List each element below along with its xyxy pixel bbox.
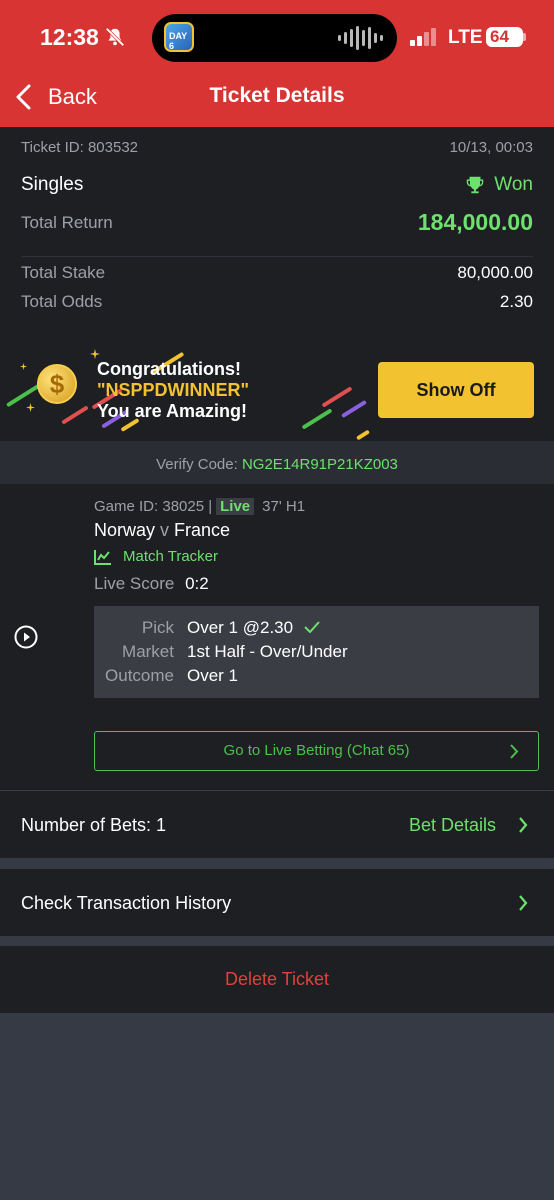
ticket-summary: Ticket ID: 803532 10/13, 00:03 Singles W… (0, 127, 554, 327)
sparkle-icon (20, 363, 27, 370)
signal-icon (410, 28, 436, 46)
bet-type: Singles (21, 174, 84, 195)
live-betting-label: Go to Live Betting (Chat 65) (223, 742, 410, 759)
total-return-value: 184,000.00 (417, 209, 533, 235)
number-of-bets: Number of Bets: 1 (21, 815, 167, 835)
pick-label: Pick (141, 618, 174, 637)
status-text: Won (494, 174, 533, 195)
sparkle-icon (26, 403, 35, 412)
play-circle-icon[interactable] (14, 625, 38, 649)
outcome-value: Over 1 (187, 666, 239, 685)
transaction-history-row[interactable]: Check Transaction History (0, 869, 554, 936)
away-team: France (174, 520, 231, 540)
status-time: 12:38 (40, 24, 99, 50)
match-tracker-link[interactable]: Match Tracker (94, 548, 218, 565)
total-stake-value: 80,000.00 (457, 263, 533, 282)
coin-icon: $ (37, 364, 77, 404)
status-badge: Won (464, 174, 533, 196)
congrats-subline: You are Amazing! (97, 401, 248, 421)
delete-row: Delete Ticket (0, 946, 554, 1013)
bell-slash-icon (105, 27, 125, 47)
total-stake-label: Total Stake (21, 263, 106, 282)
pick-text: Over 1 @2.30 (187, 618, 294, 637)
battery-icon: 64 (486, 27, 523, 47)
trophy-icon (467, 176, 484, 194)
game-meta: Game ID: 38025 | Live 37' H1 (94, 498, 305, 515)
ticket-id: Ticket ID: 803532 (21, 139, 139, 156)
confetti-streak (321, 386, 353, 408)
market-value: 1st Half - Over/Under (187, 642, 348, 661)
outcome-label: Outcome (105, 666, 174, 685)
verify-code-bar: Verify Code: NG2E14R91P21KZ003 (0, 441, 554, 484)
home-team: Norway (94, 520, 156, 540)
bet-details-link[interactable]: Bet Details (409, 815, 496, 836)
total-odds-label: Total Odds (21, 292, 103, 311)
chart-line-icon (94, 549, 111, 565)
island-app-label: DAY 6 (169, 31, 188, 51)
dynamic-island: DAY 6 (152, 14, 397, 62)
total-odds-value: 2.30 (499, 292, 533, 311)
congrats-message: Congratulations! "NSPPDWINNER" You are A… (97, 359, 249, 422)
confetti-streak (341, 399, 367, 419)
divider (21, 256, 533, 257)
transaction-history-label: Check Transaction History (21, 893, 232, 913)
game-id: Game ID: 38025 | (94, 498, 213, 515)
pick-value: Over 1 @2.30 (187, 618, 320, 638)
match-teams: Norway v France (94, 520, 230, 541)
verify-label: Verify Code: (156, 456, 238, 473)
confetti-streak (356, 429, 370, 441)
congrats-line: Congratulations! (97, 359, 241, 379)
market-label: Market (122, 642, 174, 661)
chevron-right-icon (519, 895, 528, 911)
verify-code[interactable]: NG2E14R91P21KZ003 (242, 456, 398, 473)
page-title: Ticket Details (209, 84, 345, 107)
ticket-datetime: 10/13, 00:03 (449, 139, 533, 156)
sparkle-icon (90, 349, 100, 359)
congrats-banner: $ Congratulations! "NSPPDWINNER" You are… (0, 327, 554, 441)
chevron-right-icon (510, 744, 519, 759)
match-time: 37' H1 (262, 498, 306, 515)
live-score-label: Live Score (94, 574, 175, 593)
audio-wave-icon (338, 26, 383, 50)
island-app-icon: DAY 6 (164, 22, 194, 52)
game-card: Game ID: 38025 | Live 37' H1 Norway v Fran… (0, 484, 554, 790)
pick-details: Pick Over 1 @2.30 Market 1st Half - Over… (94, 606, 539, 698)
live-badge: Live (216, 498, 255, 515)
app-header: 12:38 DAY 6 LTE 64 Back Ticket Details (0, 0, 554, 127)
battery-nub (523, 33, 526, 41)
total-return-label: Total Return (21, 212, 113, 232)
versus: v (160, 520, 170, 540)
confetti-streak (61, 405, 89, 425)
delete-ticket-button[interactable]: Delete Ticket (0, 969, 554, 990)
live-betting-button[interactable]: Go to Live Betting (Chat 65) (94, 731, 539, 771)
confetti-streak (301, 408, 333, 430)
chevron-right-icon (519, 817, 528, 833)
match-tracker-label: Match Tracker (123, 548, 219, 565)
network-type: LTE (448, 27, 483, 48)
live-score-value: 0:2 (185, 574, 209, 593)
checkmark-icon (304, 621, 320, 634)
show-off-button[interactable]: Show Off (378, 362, 534, 418)
live-score: Live Score 0:2 (94, 574, 209, 594)
bets-row[interactable]: Number of Bets: 1 Bet Details (0, 791, 554, 858)
battery-level: 64 (490, 27, 509, 46)
promo-code: "NSPPDWINNER" (97, 380, 250, 400)
